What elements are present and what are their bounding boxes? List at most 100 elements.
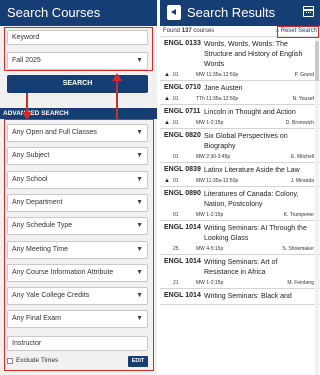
course-heading: ENGL 0710 Jane Austen xyxy=(164,84,314,94)
down-arrow-icon xyxy=(22,112,32,120)
instructor-name: J. Miranda xyxy=(290,178,314,184)
back-arrow-icon[interactable] xyxy=(167,5,181,20)
meeting-schedule: MW 4-5:15p xyxy=(196,246,224,252)
section-number: 01 xyxy=(173,212,179,218)
section-number: 01 xyxy=(173,96,179,102)
filter-value: Any Final Exam xyxy=(12,315,62,323)
meeting-schedule: TTh 11:35a-12:50p xyxy=(196,96,239,102)
edit-times-button[interactable]: EDIT xyxy=(128,356,148,367)
course-code: ENGL 1014 xyxy=(164,258,201,265)
chevron-down-icon: ▼ xyxy=(136,152,143,160)
filter-select[interactable]: Any Course Information Attribute ▼ xyxy=(7,263,148,282)
instructor-name: M. Feinberg xyxy=(287,280,314,286)
course-title: Writing Seminars: Art of Resistance in A… xyxy=(204,259,278,276)
course-title: Writing Seminars: Black and xyxy=(204,293,292,300)
course-row[interactable]: ENGL 0710 Jane Austen ▲ 01 TTh 11:35a-12:50p… xyxy=(160,81,320,105)
filter-select[interactable]: Any Open and Full Classes ▼ xyxy=(7,124,148,142)
section-number: 21 xyxy=(173,280,179,286)
filter-value: Any Schedule Type xyxy=(12,222,73,230)
course-heading: ENGL 1014 Writing Seminars: Black and xyxy=(164,292,314,302)
instructor-name: D. Bromwich xyxy=(285,120,314,126)
course-heading: ENGL 0133 Words, Words, Words: The Struct… xyxy=(164,40,314,70)
course-title: Jane Austen xyxy=(204,85,243,92)
course-meta: ▲ 01 TTh 11:35a-12:50p N. Yousef xyxy=(164,96,314,102)
instructor-name: P. Grund xyxy=(294,72,314,78)
results-panel: Search Results Found 137 courses ⌂ Reset… xyxy=(160,0,320,375)
section-number: 01 xyxy=(173,178,179,184)
course-row[interactable]: ENGL 0711 Lincoln in Thought and Action ▲ 0… xyxy=(160,105,320,129)
section-number: 01 xyxy=(173,154,179,160)
filter-select[interactable]: Any Schedule Type ▼ xyxy=(7,217,148,236)
term-select[interactable]: Fall 2025 ▼ xyxy=(7,52,148,70)
filter-value: Any Meeting Time xyxy=(12,245,69,253)
course-title: Literatures of Canada: Colony, Nation, P… xyxy=(204,191,299,208)
section-number: 25 xyxy=(173,246,179,252)
scrollbar-thumb[interactable] xyxy=(315,41,319,81)
course-list: ENGL 0133 Words, Words, Words: The Struct… xyxy=(160,37,320,305)
course-meta: 25 MW 4-5:15p S. Shoemaker xyxy=(164,246,314,252)
exclude-times-checkbox[interactable] xyxy=(7,357,13,364)
course-meta: ▲ 01 MW 11:35a-12:50p P. Grund xyxy=(164,72,314,78)
scrollbar[interactable] xyxy=(315,37,319,375)
course-row[interactable]: ENGL 0820 Six Global Perspectives on Biog… xyxy=(160,129,320,163)
chevron-down-icon: ▼ xyxy=(136,129,143,136)
course-code: ENGL 0133 xyxy=(164,40,201,47)
chevron-down-icon: ▼ xyxy=(136,315,143,323)
instructor-name: K. Trumpener xyxy=(283,212,314,218)
course-heading: ENGL 0711 Lincoln in Thought and Action xyxy=(164,108,314,118)
instructor-input[interactable]: Instructor xyxy=(7,336,148,351)
course-code: ENGL 0890 xyxy=(164,190,201,197)
chevron-down-icon: ▼ xyxy=(136,245,143,253)
exclude-times-label: Exclude Times xyxy=(16,357,59,364)
course-heading: ENGL 1014 Writing Seminars: AI Through th… xyxy=(164,224,314,244)
filter-select[interactable]: Any Meeting Time ▼ xyxy=(7,240,148,259)
meeting-schedule: MW 1-2:15p xyxy=(196,120,224,126)
found-suffix: courses xyxy=(193,28,215,34)
chevron-down-icon: ▼ xyxy=(136,175,143,183)
calendar-icon[interactable] xyxy=(303,6,314,17)
chevron-down-icon: ▼ xyxy=(136,57,143,64)
filter-select[interactable]: Any Final Exam ▼ xyxy=(7,310,148,329)
meeting-schedule: MW 2:30-3:45p xyxy=(196,154,231,160)
course-row[interactable]: ENGL 1014 Writing Seminars: Art of Resist… xyxy=(160,255,320,289)
instructor-name: E. Mitchell xyxy=(290,154,314,160)
course-meta: 01 MW 1-2:15p K. Trumpener xyxy=(164,212,314,218)
filter-select[interactable]: Any School ▼ xyxy=(7,170,148,189)
filter-value: Any School xyxy=(12,175,48,183)
chevron-down-icon: ▼ xyxy=(136,222,143,230)
up-arrow-icon xyxy=(112,73,122,81)
course-code: ENGL 0710 xyxy=(164,84,201,91)
course-code: ENGL 1014 xyxy=(164,292,201,299)
filter-value: Any Course Information Attribute xyxy=(12,268,114,276)
warning-icon: ▲ xyxy=(164,72,170,78)
course-row[interactable]: ENGL 0890 Literatures of Canada: Colony, … xyxy=(160,187,320,221)
course-row[interactable]: ENGL 0839 Latinx Literature Aside the Law… xyxy=(160,163,320,187)
exclude-times-toggle[interactable]: Exclude Times xyxy=(7,357,58,364)
found-count: 137 xyxy=(181,28,192,34)
instructor-name: N. Yousef xyxy=(292,96,314,102)
filter-value: Any Subject xyxy=(12,152,50,160)
course-row[interactable]: ENGL 0133 Words, Words, Words: The Struct… xyxy=(160,37,320,81)
course-row[interactable]: ENGL 1014 Writing Seminars: AI Through th… xyxy=(160,221,320,255)
course-code: ENGL 0839 xyxy=(164,166,201,173)
filter-select[interactable]: Any Department ▼ xyxy=(7,193,148,212)
course-title: Six Global Perspectives on Biography xyxy=(204,133,288,150)
filter-value: Any Department xyxy=(12,198,63,206)
filter-value: Any Open and Full Classes xyxy=(12,129,97,136)
instructor-name: S. Shoemaker xyxy=(282,246,314,252)
section-number: 01 xyxy=(173,120,179,126)
chevron-down-icon: ▼ xyxy=(136,198,143,206)
chevron-down-icon: ▼ xyxy=(136,268,143,276)
search-button[interactable]: SEARCH xyxy=(7,75,148,93)
search-panel: Search Courses Keyword Fall 2025 ▼ SEARC… xyxy=(0,0,157,375)
course-meta: 01 MW 2:30-3:45p E. Mitchell xyxy=(164,154,314,160)
course-code: ENGL 0820 xyxy=(164,132,201,139)
filter-select[interactable]: Any Subject ▼ xyxy=(7,147,148,166)
keyword-input[interactable]: Keyword xyxy=(7,30,148,45)
filter-value: Any Yale College Credits xyxy=(12,292,90,300)
course-row[interactable]: ENGL 1014 Writing Seminars: Black and xyxy=(160,289,320,305)
meeting-schedule: MW 11:35a-12:50p xyxy=(196,72,239,78)
course-title: Words, Words, Words: The Structure and H… xyxy=(204,41,303,68)
meeting-schedule: MW 11:35a-12:50p xyxy=(196,178,239,184)
filter-select[interactable]: Any Yale College Credits ▼ xyxy=(7,287,148,306)
